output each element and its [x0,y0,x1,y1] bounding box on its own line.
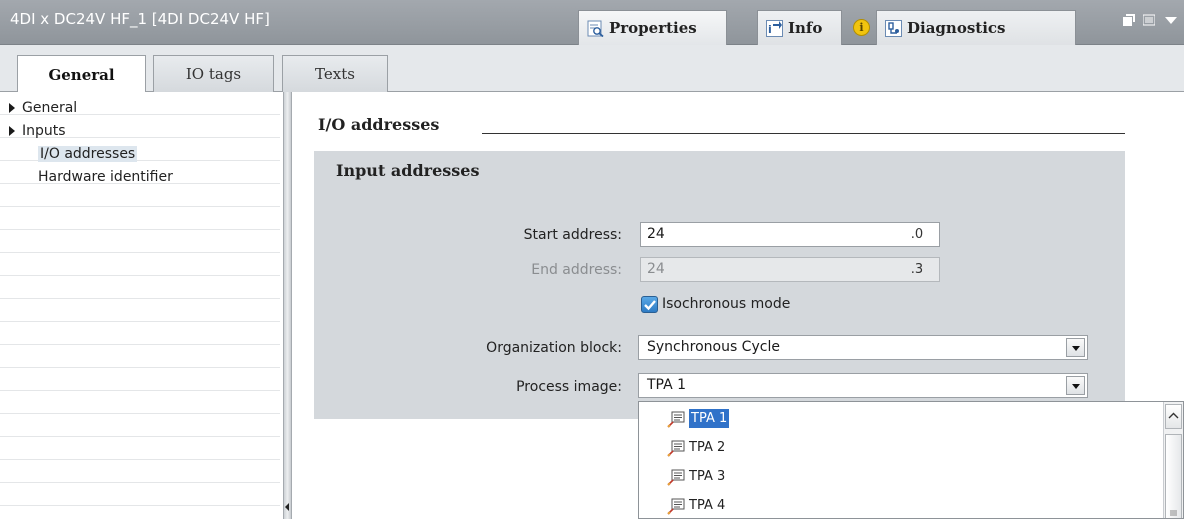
nav-item-label: Hardware identifier [38,168,173,185]
nav-item-label: I/O addresses [38,145,138,162]
nav-row-line [0,253,280,276]
process-image-label: Process image: [516,379,622,395]
process-image-value: TPA 1 [647,377,687,393]
organization-block-label: Organization block: [486,340,622,356]
nav-item-inputs[interactable]: Inputs [0,119,280,142]
end-address-field: 24 [640,257,940,282]
dropdown-scrollbar[interactable] [1163,402,1183,518]
float-window-icon[interactable] [1123,14,1135,26]
nav-row-line [0,322,280,345]
process-image-icon [667,410,685,428]
sub-tab-bar: General IO tags Texts [0,45,1184,93]
tab-io-tags-label: IO tags [185,65,242,83]
tab-general-label: General [48,65,115,84]
process-image-dropdown-list: TPA 1 TPA 2 TPA 3 TPA 4 [638,401,1184,519]
nav-row-line [0,437,280,460]
diagnostics-icon [885,19,902,37]
title-bar: 4DI x DC24V HF_1 [4DI DC24V HF] Properti… [0,0,1184,45]
start-address-value: 24 [647,226,665,242]
start-address-field[interactable]: 24 [640,222,940,247]
expand-arrow-icon[interactable] [9,125,15,136]
nav-item-label: General [22,99,78,116]
end-address-label: End address: [531,262,622,278]
nav-row-line [0,276,280,299]
nav-row-line [0,345,280,368]
tab-texts-label: Texts [315,65,355,83]
nav-row-line [0,230,280,253]
properties-icon [587,20,604,37]
window-title: 4DI x DC24V HF_1 [4DI DC24V HF] [10,10,270,28]
chevron-down-icon[interactable] [1066,376,1085,395]
info-badge-icon: i [853,19,870,36]
tab-texts[interactable]: Texts [282,55,388,92]
dropdown-option-label: TPA 4 [689,498,726,513]
tab-diagnostics-label: Diagnostics [907,19,1006,37]
nav-tree: General Inputs I/O addresses Hardware id… [0,92,280,519]
tab-info[interactable]: i Info [757,10,842,45]
tab-properties-label: Properties [609,19,697,37]
nav-row-line [0,483,280,506]
svg-text:i: i [768,23,772,36]
dropdown-option-tpa-3[interactable]: TPA 3 [639,462,1159,491]
nav-row-line [0,299,280,322]
dropdown-option-label: TPA 1 [689,409,730,428]
organization-block-select[interactable]: Synchronous Cycle [638,335,1088,360]
nav-item-label: Inputs [22,122,66,139]
dropdown-option-label: TPA 2 [689,440,726,455]
nav-row-line [0,460,280,483]
tab-general[interactable]: General [17,55,146,93]
process-image-icon [667,497,685,515]
nav-row-line [0,368,280,391]
dropdown-option-label: TPA 3 [689,469,726,484]
info-icon: i [766,19,783,37]
panel-splitter[interactable] [283,92,292,519]
tab-properties[interactable]: Properties [578,10,727,45]
nav-row-line [0,207,280,230]
start-address-bit: .0 [910,227,924,242]
process-image-icon [667,468,685,486]
isochronous-label[interactable]: Isochronous mode [662,296,790,312]
section-title: I/O addresses [318,115,440,134]
nav-row-line [0,391,280,414]
tab-io-tags[interactable]: IO tags [153,55,274,92]
group-title: Input addresses [336,161,480,180]
nav-item-general[interactable]: General [0,96,280,119]
section-divider [482,133,1125,134]
isochronous-checkbox[interactable] [641,296,658,313]
dropdown-option-tpa-4[interactable]: TPA 4 [639,491,1159,518]
collapse-left-icon[interactable] [285,503,289,511]
process-image-select[interactable]: TPA 1 [638,373,1088,398]
scroll-up-button[interactable] [1165,404,1182,429]
process-image-icon [667,439,685,457]
end-address-value: 24 [647,261,665,277]
dropdown-option-tpa-1[interactable]: TPA 1 [639,404,1159,433]
end-address-bit: .3 [910,262,924,277]
tab-info-label: Info [788,19,823,37]
dropdown-option-tpa-2[interactable]: TPA 2 [639,433,1159,462]
chevron-down-icon[interactable] [1066,338,1085,357]
menu-icon[interactable] [1142,14,1156,26]
chevron-down-icon[interactable] [1164,14,1177,26]
tab-diagnostics[interactable]: Diagnostics [876,10,1076,45]
nav-item-io-addresses[interactable]: I/O addresses [0,142,280,165]
nav-row-line [0,414,280,437]
expand-arrow-icon[interactable] [9,102,15,113]
organization-block-value: Synchronous Cycle [647,339,780,355]
start-address-label: Start address: [523,227,622,243]
nav-item-hardware-identifier[interactable]: Hardware identifier [0,165,280,188]
scroll-thumb[interactable] [1165,434,1182,518]
